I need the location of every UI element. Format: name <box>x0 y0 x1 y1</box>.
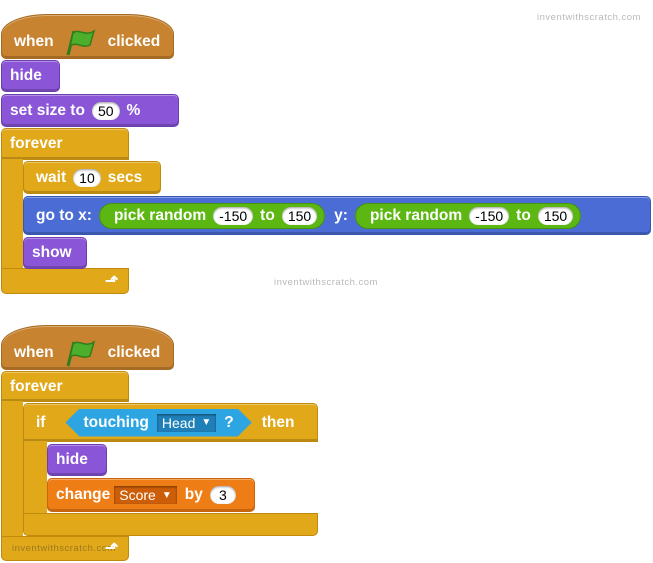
forever-block-2[interactable]: forever <box>1 371 129 402</box>
touching-target-value: Head <box>161 414 196 431</box>
if-label: if <box>36 413 46 431</box>
then-label: then <box>261 413 295 431</box>
to-label: to <box>260 206 275 224</box>
if-then-block[interactable]: if touching Head ▼ ? then <box>23 403 318 442</box>
if-bottom <box>23 513 318 536</box>
hide-label: hide <box>10 67 42 84</box>
watermark-bottom: inventwithscratch.com <box>12 543 116 554</box>
show-label: show <box>32 244 72 261</box>
watermark-middle: inventwithscratch.com <box>274 277 378 288</box>
wait-value-input[interactable]: 10 <box>73 168 101 187</box>
go-to-x-label: go to x: <box>36 206 92 224</box>
loop-arrow-icon: ⬏ <box>105 273 119 290</box>
touching-target-dropdown[interactable]: Head ▼ <box>157 414 216 432</box>
loop-arrow-icon: ⬏ <box>105 540 119 557</box>
forever-2-side <box>1 401 23 537</box>
variable-dropdown[interactable]: Score ▼ <box>114 486 177 504</box>
hide-block-2[interactable]: hide <box>47 444 107 476</box>
dropdown-arrow-icon: ▼ <box>161 489 172 501</box>
y-random-to-input[interactable]: 150 <box>537 206 574 225</box>
size-value-input[interactable]: 50 <box>91 101 120 120</box>
variable-value: Score <box>119 487 156 503</box>
hide-block-1[interactable]: hide <box>1 60 60 92</box>
y-label: y: <box>334 206 348 224</box>
pick-random-y[interactable]: pick random -150 to 150 <box>354 202 582 229</box>
forever-block-1[interactable]: forever <box>1 128 129 160</box>
dropdown-arrow-icon: ▼ <box>201 417 212 428</box>
pick-random-label: pick random <box>369 206 463 224</box>
clicked-label: clicked <box>107 343 161 361</box>
y-random-from-input[interactable]: -150 <box>469 206 510 225</box>
forever-1-side <box>1 159 23 269</box>
size-unit-label: % <box>126 101 141 119</box>
touching-label: touching <box>83 413 149 431</box>
when-label: when <box>14 32 54 50</box>
go-to-xy-block[interactable]: go to x: pick random -150 to 150 y: pick… <box>23 196 651 235</box>
by-label: by <box>184 486 203 503</box>
forever-1-bottom: ⬏ <box>1 268 129 294</box>
forever-2-bottom: inventwithscratch.com ⬏ <box>1 536 129 561</box>
forever-label: forever <box>10 377 63 395</box>
to-label: to <box>516 206 531 224</box>
touching-condition[interactable]: touching Head ▼ ? <box>65 409 251 437</box>
pick-random-label: pick random <box>113 206 207 224</box>
change-label: change <box>56 486 111 503</box>
show-block[interactable]: show <box>23 237 87 269</box>
clicked-label: clicked <box>107 32 161 50</box>
question-mark-label: ? <box>224 413 234 431</box>
wait-unit-label: secs <box>107 168 143 186</box>
pick-random-x[interactable]: pick random -150 to 150 <box>98 202 326 229</box>
set-size-label: set size to <box>10 101 85 119</box>
forever-label: forever <box>10 135 63 152</box>
x-random-from-input[interactable]: -150 <box>213 206 254 225</box>
if-side <box>23 441 47 514</box>
watermark-top-right: inventwithscratch.com <box>537 12 641 23</box>
change-value-input[interactable]: 3 <box>209 486 236 504</box>
green-flag-icon <box>66 28 95 55</box>
set-size-block[interactable]: set size to 50 % <box>1 94 179 127</box>
when-flag-clicked-hat-2[interactable]: when clicked <box>1 325 174 370</box>
green-flag-icon <box>66 339 95 366</box>
wait-block[interactable]: wait 10 secs <box>23 161 161 194</box>
x-random-to-input[interactable]: 150 <box>281 206 318 225</box>
hide-label: hide <box>56 451 88 468</box>
wait-label: wait <box>36 168 67 186</box>
when-label: when <box>14 343 54 361</box>
change-variable-block[interactable]: change Score ▼ by 3 <box>47 478 255 512</box>
when-flag-clicked-hat-1[interactable]: when clicked <box>1 14 174 59</box>
